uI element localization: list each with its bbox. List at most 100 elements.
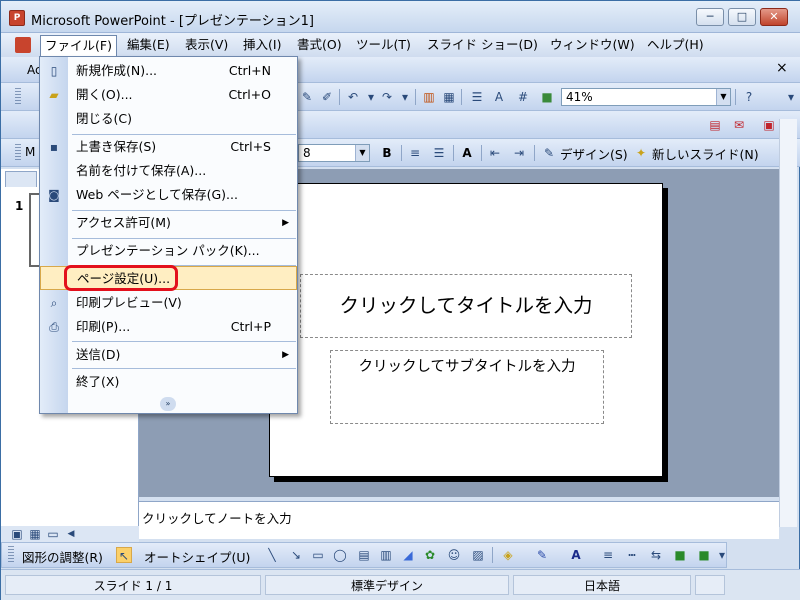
menu-expand-chevron-icon[interactable]: » [160, 397, 176, 411]
select-pointer-icon[interactable]: ↖ [116, 547, 132, 563]
redo-icon[interactable]: ↷ [379, 89, 395, 105]
menu-item-save-as[interactable]: 名前を付けて保存(A)... [40, 159, 297, 183]
menu-item-send[interactable]: 送信(D) ▶ [40, 343, 297, 367]
powerpoint-app-icon[interactable]: P [9, 10, 25, 26]
zoom-combo[interactable]: 41% ▼ [561, 88, 731, 106]
undo-dropdown-icon[interactable]: ▾ [363, 89, 379, 105]
chevron-down-icon[interactable]: ▼ [355, 145, 369, 161]
toolbar-grip[interactable] [15, 88, 21, 106]
toolbar-grip[interactable] [15, 144, 21, 162]
increase-indent-icon[interactable]: ⇥ [511, 145, 527, 161]
menu-item-label: 上書き保存(S) [76, 139, 157, 154]
menu-insert[interactable]: 挿入(I) [239, 36, 285, 54]
oval-icon[interactable]: ◯ [332, 547, 348, 563]
adjust-shapes-menu[interactable]: 図形の調整(R) [22, 547, 103, 566]
design-button[interactable]: デザイン(S) [560, 144, 628, 163]
slideshow-view-icon[interactable]: ▭ [45, 526, 61, 542]
title-placeholder[interactable]: クリックしてタイトルを入力 [300, 274, 632, 338]
menu-tools[interactable]: ツール(T) [352, 36, 415, 54]
menu-item-close[interactable]: 閉じる(C) [40, 107, 297, 131]
menu-slideshow[interactable]: スライド ショー(D) [423, 36, 542, 54]
menu-item-print-preview[interactable]: ⌕ 印刷プレビュー(V) [40, 291, 297, 315]
subtitle-placeholder[interactable]: クリックしてサブタイトルを入力 [330, 350, 604, 424]
clipart-icon[interactable]: ☺ [446, 547, 462, 563]
rectangle-icon[interactable]: ▭ [310, 547, 326, 563]
toolbar-grip[interactable] [8, 546, 14, 564]
toolbar-options-icon[interactable]: ▾ [714, 547, 730, 563]
decrease-indent-icon[interactable]: ⇤ [487, 145, 503, 161]
menu-item-open[interactable]: ▰ 開く(O)... Ctrl+O [40, 83, 297, 107]
menu-item-label: 送信(D) [76, 347, 121, 362]
document-close-button[interactable]: × [776, 60, 788, 76]
tab-outline[interactable] [5, 171, 37, 187]
font-size-combo[interactable]: 8 ▼ [298, 144, 370, 162]
menu-item-new[interactable]: ▯ 新規作成(N)... Ctrl+N [40, 59, 297, 83]
pdf-review-icon[interactable]: ▣ [761, 117, 777, 133]
expand-all-icon[interactable]: ☰ [469, 89, 485, 105]
picture-icon[interactable]: ▨ [470, 547, 486, 563]
pdf-icon[interactable]: ▤ [707, 117, 723, 133]
minimize-button[interactable]: ─ [696, 8, 724, 26]
textbox-icon[interactable]: ▤ [356, 547, 372, 563]
line-color-icon[interactable]: ✎ [534, 547, 550, 563]
arrow-style-icon[interactable]: ⇆ [648, 547, 664, 563]
menu-view[interactable]: 表示(V) [181, 36, 232, 54]
diagram-icon[interactable]: ✿ [422, 547, 438, 563]
vertical-scrollbar[interactable] [779, 119, 797, 527]
grid-icon[interactable]: # [515, 89, 531, 105]
menu-item-permission[interactable]: アクセス許可(M) ▶ [40, 211, 297, 235]
new-slide-button[interactable]: 新しいスライド(N) [652, 144, 759, 163]
new-slide-icon[interactable]: ✦ [633, 145, 649, 161]
title-bar[interactable]: P Microsoft PowerPoint - [プレゼンテーション1] ─ … [1, 1, 800, 33]
maximize-button[interactable]: □ [728, 8, 756, 26]
redo-dropdown-icon[interactable]: ▾ [397, 89, 413, 105]
bold-button[interactable]: B [379, 145, 395, 161]
bullets-icon[interactable]: ☰ [431, 145, 447, 161]
menu-item-save-as-web[interactable]: ◙ Web ページとして保存(G)... [40, 183, 297, 207]
wordart-icon[interactable]: ◢ [400, 547, 416, 563]
vertical-textbox-icon[interactable]: ▥ [378, 547, 394, 563]
format-painter-icon[interactable]: ✎ [299, 89, 315, 105]
menu-item-print[interactable]: ⎙ 印刷(P)... Ctrl+P [40, 315, 297, 339]
toolbar-separator [415, 89, 416, 105]
dash-style-icon[interactable]: ┅ [624, 547, 640, 563]
menu-format[interactable]: 書式(O) [293, 36, 346, 54]
chevron-down-icon[interactable]: ▼ [716, 89, 730, 105]
font-combo-fragment[interactable]: M [25, 145, 35, 159]
notes-pane[interactable]: クリックしてノートを入力 [139, 501, 779, 539]
menu-item-save[interactable]: ▪ 上書き保存(S) Ctrl+S [40, 135, 297, 159]
menu-item-package[interactable]: プレゼンテーション パック(K)... [40, 239, 297, 263]
slide-canvas[interactable]: クリックしてタイトルを入力 クリックしてサブタイトルを入力 [269, 183, 663, 477]
line-icon[interactable]: ╲ [264, 547, 280, 563]
menu-edit[interactable]: 編集(E) [123, 36, 174, 54]
autoshape-menu[interactable]: オートシェイプ(U) [144, 547, 250, 566]
color-grayscale-icon[interactable]: ■ [539, 89, 555, 105]
normal-view-icon[interactable]: ▣ [9, 526, 25, 542]
scroll-left-icon[interactable]: ◀ [63, 526, 79, 542]
fill-color-icon[interactable]: ◈ [500, 547, 516, 563]
font-color-icon[interactable]: A [568, 547, 584, 563]
increase-font-icon[interactable]: A [459, 145, 475, 161]
numbering-icon[interactable]: ≡ [407, 145, 423, 161]
shadow-icon[interactable]: ■ [672, 547, 688, 563]
arrow-icon[interactable]: ↘ [288, 547, 304, 563]
menu-window[interactable]: ウィンドウ(W) [546, 36, 639, 54]
3d-icon[interactable]: ■ [696, 547, 712, 563]
menu-file[interactable]: ファイル(F) [40, 35, 117, 57]
brush-icon[interactable]: ✐ [319, 89, 335, 105]
chart-icon[interactable]: ▥ [421, 89, 437, 105]
line-style-icon[interactable]: ≡ [600, 547, 616, 563]
close-button[interactable]: ✕ [760, 8, 788, 26]
table-icon[interactable]: ▦ [441, 89, 457, 105]
menu-help[interactable]: ヘルプ(H) [643, 36, 708, 54]
help-icon[interactable]: ? [741, 89, 757, 105]
toolbar-options-icon[interactable]: ▾ [783, 89, 799, 105]
design-icon[interactable]: ✎ [541, 145, 557, 161]
pdf-mail-icon[interactable]: ✉ [731, 117, 747, 133]
document-icon[interactable] [15, 37, 31, 53]
slide-sorter-icon[interactable]: ▦ [27, 526, 43, 542]
undo-icon[interactable]: ↶ [345, 89, 361, 105]
menu-item-exit[interactable]: 終了(X) [40, 370, 297, 394]
toolbar-separator [481, 145, 482, 161]
show-formatting-icon[interactable]: A [491, 89, 507, 105]
